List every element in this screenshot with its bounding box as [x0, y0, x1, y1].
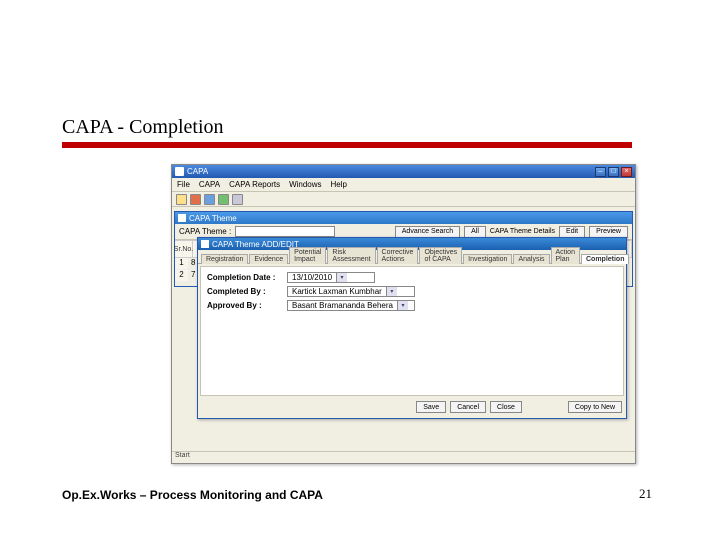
modal-title: CAPA Theme ADD/EDIT [212, 240, 299, 249]
slide-title: CAPA - Completion [62, 116, 224, 139]
tab-completion[interactable]: Completion [581, 254, 630, 264]
toolbar [172, 192, 635, 207]
back-icon[interactable] [190, 194, 201, 205]
maximize-button[interactable]: □ [608, 167, 619, 177]
row-sr: 1 [175, 258, 189, 270]
all-button[interactable]: All [464, 226, 486, 238]
details-label: CAPA Theme Details [490, 228, 555, 235]
slide-footer: Op.Ex.Works – Process Monitoring and CAP… [62, 488, 323, 502]
search-label: CAPA Theme : [179, 227, 231, 236]
col-srno: Sr.No. [175, 241, 193, 257]
tab-strip: Registration Evidence Potential Impact R… [198, 250, 626, 264]
tab-risk[interactable]: Risk Assessment [327, 247, 375, 264]
tab-objectives[interactable]: Objectives of CAPA [419, 247, 462, 264]
edit-button[interactable]: Edit [559, 226, 585, 238]
form-area: Completion Date : 13/10/2010 ▾ Completed… [200, 266, 624, 396]
approved-by-value: Basant Bramananda Behera [288, 301, 397, 310]
menu-capa[interactable]: CAPA [199, 180, 220, 189]
approved-by-label: Approved By : [207, 301, 281, 310]
theme-window-title: CAPA Theme [189, 214, 237, 223]
addedit-modal: CAPA Theme ADD/EDIT Registration Evidenc… [197, 237, 627, 419]
theme-titlebar: CAPA Theme [175, 212, 632, 224]
menubar: File CAPA CAPA Reports Windows Help [172, 178, 635, 192]
tab-impact[interactable]: Potential Impact [289, 247, 326, 264]
close-modal-button[interactable]: Close [490, 401, 522, 413]
print-icon[interactable] [232, 194, 243, 205]
chevron-down-icon[interactable]: ▾ [386, 287, 397, 296]
cancel-button[interactable]: Cancel [450, 401, 486, 413]
menu-file[interactable]: File [177, 180, 190, 189]
page-number: 21 [639, 486, 652, 502]
modal-icon [201, 240, 209, 248]
chevron-down-icon[interactable]: ▾ [397, 301, 408, 310]
home-icon[interactable] [176, 194, 187, 205]
completed-by-value: Kartick Laxman Kumbhar [288, 287, 386, 296]
refresh-icon[interactable] [218, 194, 229, 205]
completion-date-label: Completion Date : [207, 273, 281, 282]
divider-bar [62, 142, 632, 148]
save-button[interactable]: Save [416, 401, 446, 413]
main-titlebar: CAPA – □ × [172, 165, 635, 178]
menu-help[interactable]: Help [331, 180, 347, 189]
search-input[interactable] [235, 226, 335, 237]
tab-investigation[interactable]: Investigation [463, 254, 512, 264]
tab-actionplan[interactable]: Action Plan [551, 247, 580, 264]
advance-search-button[interactable]: Advance Search [395, 226, 460, 238]
tab-registration[interactable]: Registration [201, 254, 248, 264]
menu-reports[interactable]: CAPA Reports [229, 180, 280, 189]
app-window: CAPA – □ × File CAPA CAPA Reports Window… [171, 164, 636, 464]
approved-by-select[interactable]: Basant Bramananda Behera ▾ [287, 300, 415, 311]
completion-date-picker[interactable]: 13/10/2010 ▾ [287, 272, 375, 283]
tab-analysis[interactable]: Analysis [513, 254, 549, 264]
modal-footer: Save Cancel Close Copy to New [416, 398, 622, 416]
close-button[interactable]: × [621, 167, 632, 177]
theme-window-icon [178, 214, 186, 222]
forward-icon[interactable] [204, 194, 215, 205]
tab-corrective[interactable]: Corrective Actions [377, 247, 419, 264]
minimize-button[interactable]: – [595, 167, 606, 177]
app-title: CAPA [187, 167, 208, 176]
row-sr: 2 [175, 270, 189, 282]
tab-evidence[interactable]: Evidence [249, 254, 288, 264]
app-icon [175, 167, 184, 176]
status-bar: Start [172, 451, 635, 463]
copy-to-new-button[interactable]: Copy to New [568, 401, 622, 413]
chevron-down-icon[interactable]: ▾ [336, 273, 347, 282]
completed-by-select[interactable]: Kartick Laxman Kumbhar ▾ [287, 286, 415, 297]
menu-windows[interactable]: Windows [289, 180, 321, 189]
preview-button[interactable]: Preview [589, 226, 628, 238]
completed-by-label: Completed By : [207, 287, 281, 296]
completion-date-value: 13/10/2010 [288, 273, 336, 282]
